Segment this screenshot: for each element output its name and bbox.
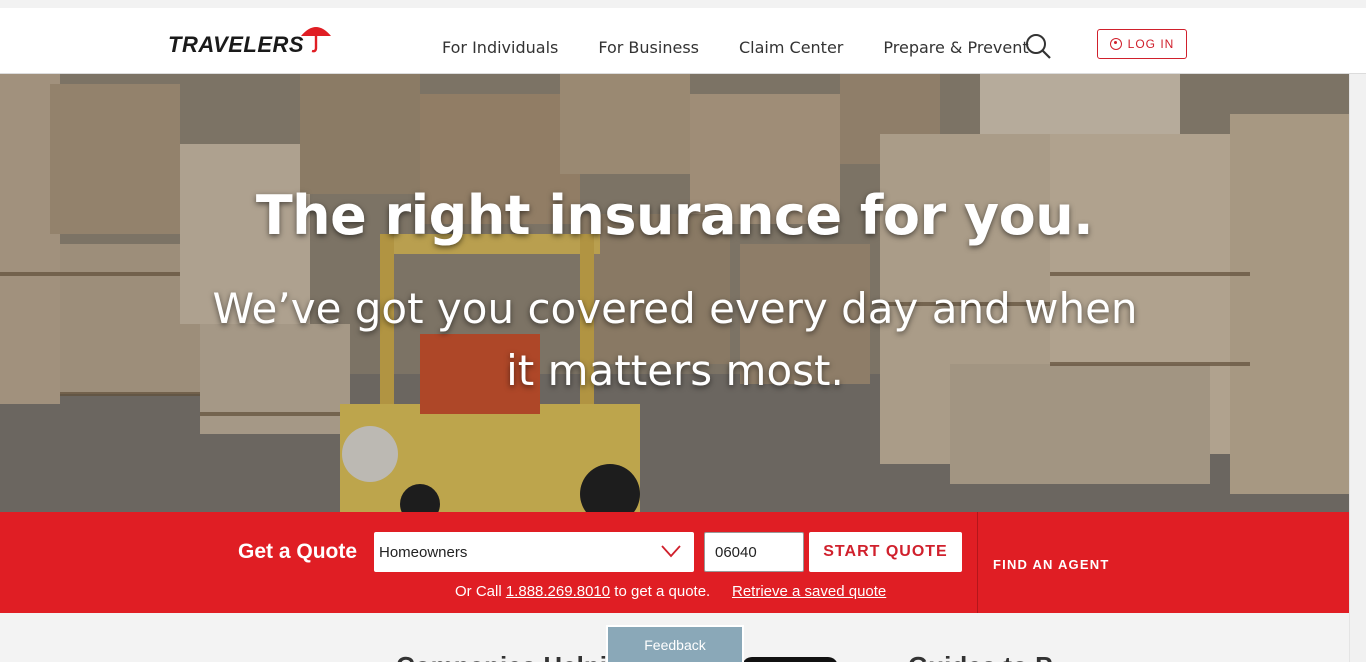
call-to-quote-text: Or Call 1.888.269.8010 to get a quote. (455, 583, 710, 600)
insurance-type-select[interactable]: Homeowners (374, 532, 694, 572)
call-suffix: to get a quote. (614, 583, 711, 600)
get-a-quote-label: Get a Quote (238, 540, 358, 563)
start-quote-button[interactable]: START QUOTE (809, 532, 962, 572)
travelers-logo[interactable]: TRAVELERS (168, 22, 334, 58)
feedback-tab[interactable]: Feedback (606, 625, 744, 662)
companies-heading: Companies Helpi (396, 651, 616, 662)
nav-for-individuals[interactable]: For Individuals (442, 38, 558, 57)
page-scrollbar[interactable] (1349, 74, 1366, 662)
user-circle-icon (1109, 38, 1122, 50)
nav-for-business[interactable]: For Business (598, 38, 699, 57)
hero-subtitle: We’ve got you covered every day and when… (212, 284, 1138, 395)
main-nav: For Individuals For Business Claim Cente… (442, 38, 1069, 57)
find-an-agent-link[interactable]: FIND AN AGENT (993, 557, 1109, 572)
login-label: LOG IN (1127, 37, 1175, 51)
login-button[interactable]: LOG IN (1097, 29, 1187, 59)
nav-prepare-prevent[interactable]: Prepare & Prevent (883, 38, 1028, 57)
guides-heading: Guides to P (908, 651, 1108, 662)
zip-code-input[interactable] (704, 532, 804, 572)
hero-title: The right insurance for you. (255, 184, 1094, 247)
logo-wordmark: TRAVELERS (168, 32, 305, 57)
retrieve-saved-quote-link[interactable]: Retrieve a saved quote (732, 583, 886, 600)
search-icon[interactable] (1024, 32, 1052, 60)
page: TRAVELERS For Individuals For Business C… (0, 0, 1366, 662)
hero-banner: The right insurance for you. We’ve got y… (0, 74, 1349, 512)
nav-claim-center[interactable]: Claim Center (739, 38, 843, 57)
top-strip (0, 0, 1366, 8)
site-header: TRAVELERS For Individuals For Business C… (0, 8, 1366, 74)
quote-bar: Get a Quote Homeowners START QUOTE Or Ca… (0, 512, 1349, 613)
call-prefix: Or Call (455, 583, 502, 600)
quote-divider (977, 512, 978, 613)
phone-link[interactable]: 1.888.269.8010 (506, 583, 610, 600)
insurance-type-value: Homeowners (379, 543, 468, 561)
umbrella-icon (301, 27, 332, 53)
chevron-down-icon (661, 545, 681, 558)
dark-card-edge (742, 657, 838, 662)
